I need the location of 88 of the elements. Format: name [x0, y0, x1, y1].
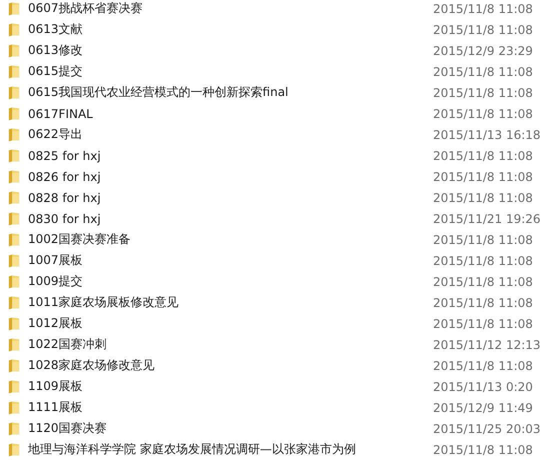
folder-row[interactable]: 0613文献 2015/11/8 11:08: [0, 19, 547, 40]
modified-date: 2015/11/8 11:08: [433, 316, 533, 330]
folder-icon: [8, 22, 20, 37]
folder-icon: [8, 127, 20, 142]
modified-date: 2015/11/13 0:20: [433, 380, 533, 394]
folder-icon: [8, 358, 20, 373]
folder-icon: [8, 316, 20, 331]
folder-row[interactable]: 1111展板 2015/12/9 11:49: [0, 397, 547, 418]
folder-icon: [8, 337, 20, 352]
folder-icon: [8, 274, 20, 289]
modified-date: 2015/11/12 12:13: [433, 338, 541, 352]
modified-date: 2015/11/8 11:08: [433, 148, 533, 162]
modified-date: 2015/11/8 11:08: [433, 106, 533, 120]
folder-name: 1002国赛决赛准备: [28, 231, 132, 248]
folder-row[interactable]: 0622导出 2015/11/13 16:18: [0, 124, 547, 145]
folder-name: 0613文献: [28, 21, 84, 38]
modified-date: 2015/11/8 11:08: [433, 232, 533, 246]
modified-date: 2015/11/13 16:18: [433, 128, 541, 142]
folder-row[interactable]: 0825 for hxj 2015/11/8 11:08: [0, 145, 547, 166]
folder-row[interactable]: 1120国赛决赛 2015/11/25 20:03: [0, 418, 547, 439]
modified-date: 2015/11/8 11:08: [433, 170, 533, 184]
folder-name: 0828 for hxj: [28, 190, 102, 204]
modified-date: 2015/11/21 19:26: [433, 212, 541, 226]
folder-name: 0617FINAL: [28, 106, 94, 120]
folder-name: 1012展板: [28, 315, 84, 332]
folder-icon: [8, 295, 20, 310]
folder-row[interactable]: 1002国赛决赛准备 2015/11/8 11:08: [0, 229, 547, 250]
folder-name: 1011家庭农场展板修改意见: [28, 294, 180, 311]
folder-icon: [8, 43, 20, 58]
folder-name: 0607挑战杯省赛决赛: [28, 0, 144, 17]
folder-row[interactable]: 1012展板 2015/11/8 11:08: [0, 313, 547, 334]
folder-row[interactable]: 0613修改 2015/12/9 23:29: [0, 40, 547, 61]
modified-date: 2015/11/8 11:08: [433, 274, 533, 288]
folder-name: 1120国赛决赛: [28, 420, 108, 437]
folder-row[interactable]: 地理与海洋科学学院 家庭农场发展情况调研—以张家港市为例 2015/11/8 11:08: [0, 439, 547, 460]
folder-icon: [8, 421, 20, 436]
modified-date: 2015/11/8 11:08: [433, 358, 533, 372]
folder-name: 0825 for hxj: [28, 148, 102, 162]
folder-icon: [8, 232, 20, 247]
folder-row[interactable]: 1028家庭农场修改意见 2015/11/8 11:08: [0, 355, 547, 376]
folder-row[interactable]: 0826 for hxj 2015/11/8 11:08: [0, 166, 547, 187]
folder-row[interactable]: 0828 for hxj 2015/11/8 11:08: [0, 187, 547, 208]
modified-date: 2015/11/8 11:08: [433, 22, 533, 36]
folder-row[interactable]: 0615我国现代农业经营模式的一种创新探索final 2015/11/8 11:08: [0, 82, 547, 103]
modified-date: 2015/11/8 11:08: [433, 190, 533, 204]
folder-row[interactable]: 0830 for hxj 2015/11/21 19:26: [0, 208, 547, 229]
folder-icon: [8, 400, 20, 415]
folder-row[interactable]: 1022国赛冲刺 2015/11/12 12:13: [0, 334, 547, 355]
modified-date: 2015/11/25 20:03: [433, 422, 541, 436]
folder-name: 1009提交: [28, 273, 84, 290]
folder-name: 0826 for hxj: [28, 170, 102, 184]
modified-date: 2015/11/8 11:08: [433, 86, 533, 100]
folder-name: 0613修改: [28, 42, 84, 59]
folder-icon: [8, 379, 20, 394]
folder-icon: [8, 169, 20, 184]
folder-icon: [8, 148, 20, 163]
folder-icon: [8, 253, 20, 268]
modified-date: 2015/11/8 11:08: [433, 254, 533, 268]
modified-date: 2015/11/8 11:08: [433, 442, 533, 456]
folder-name: 0622导出: [28, 126, 84, 143]
folder-row[interactable]: 1009提交 2015/11/8 11:08: [0, 271, 547, 292]
folder-name: 1007展板: [28, 252, 84, 269]
folder-row[interactable]: 1007展板 2015/11/8 11:08: [0, 250, 547, 271]
folder-name: 1109展板: [28, 378, 84, 395]
folder-row[interactable]: 0615提交 2015/11/8 11:08: [0, 61, 547, 82]
folder-name: 地理与海洋科学学院 家庭农场发展情况调研—以张家港市为例: [28, 441, 357, 458]
folder-name: 0615我国现代农业经营模式的一种创新探索final: [28, 84, 290, 101]
folder-row[interactable]: 1011家庭农场展板修改意见 2015/11/8 11:08: [0, 292, 547, 313]
folder-name: 0615提交: [28, 63, 84, 80]
modified-date: 2015/12/9 23:29: [433, 44, 533, 58]
folder-icon: [8, 106, 20, 121]
folder-row[interactable]: 1109展板 2015/11/13 0:20: [0, 376, 547, 397]
folder-name: 1028家庭农场修改意见: [28, 357, 156, 374]
modified-date: 2015/11/8 11:08: [433, 296, 533, 310]
modified-date: 2015/12/9 11:49: [433, 400, 533, 414]
folder-icon: [8, 190, 20, 205]
folder-row[interactable]: 0607挑战杯省赛决赛 2015/11/8 11:08: [0, 0, 547, 19]
modified-date: 2015/11/8 11:08: [433, 64, 533, 78]
folder-name: 1111展板: [28, 399, 84, 416]
folder-name: 1022国赛冲刺: [28, 336, 108, 353]
folder-icon: [8, 442, 20, 457]
folder-icon: [8, 64, 20, 79]
folder-row[interactable]: 0617FINAL 2015/11/8 11:08: [0, 103, 547, 124]
folder-icon: [8, 85, 20, 100]
folder-icon: [8, 211, 20, 226]
folder-name: 0830 for hxj: [28, 212, 102, 226]
modified-date: 2015/11/8 11:08: [433, 2, 533, 16]
folder-icon: [8, 1, 20, 16]
